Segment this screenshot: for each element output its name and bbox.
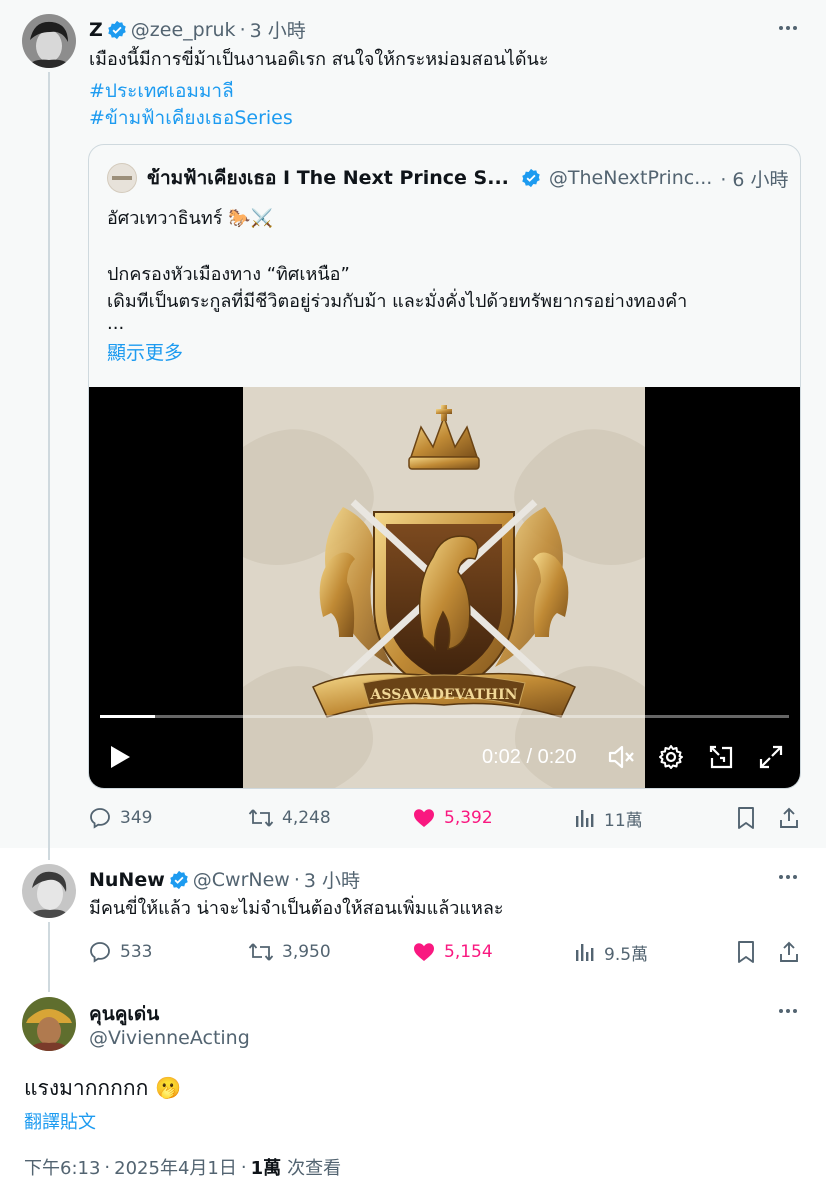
bookmark-icon (738, 807, 754, 829)
post-date[interactable]: 2025年4月1日 (114, 1154, 237, 1180)
quoted-text-line: ... (107, 313, 125, 334)
user-handle[interactable]: @zee_pruk (131, 19, 236, 41)
retweet-count: 3,950 (282, 942, 331, 962)
separator-dot: · (239, 18, 246, 41)
like-button[interactable]: 5,392 (412, 803, 493, 833)
user-handle[interactable]: @VivienneActing (89, 1027, 250, 1049)
video-time: 0:02 / 0:20 (482, 746, 577, 768)
tweet-text: เมืองนี้มีการขี่ม้าเป็นงานอดิเรก สนใจให้… (89, 49, 549, 70)
reply-icon (90, 942, 110, 963)
play-button[interactable] (107, 743, 133, 771)
thread-connector (48, 72, 50, 860)
views-button[interactable]: 9.5萬 (574, 937, 648, 967)
bookmark-icon (738, 941, 754, 963)
share-icon (780, 807, 798, 828)
hashtag-link[interactable]: #ประเทศเอมมาลี (89, 76, 234, 106)
tweet-header: NuNew @CwrNew · 3 小時 (89, 866, 360, 893)
share-button[interactable] (778, 803, 808, 833)
verified-badge-icon (107, 20, 127, 40)
quoted-text-line: ปกครองหัวเมืองทาง “ทิศเหนือ” (107, 264, 350, 285)
separator-dot: · (104, 1156, 111, 1178)
tweet-header: คุนคูเด่น (89, 999, 159, 1029)
view-count: 1萬 (250, 1158, 282, 1179)
retweet-icon (248, 809, 274, 827)
tweet-header: Z @zee_pruk · 3 小時 (89, 16, 306, 43)
picture-in-picture-icon[interactable] (707, 743, 735, 771)
quoted-avatar (107, 163, 137, 193)
retweet-count: 4,248 (282, 808, 331, 828)
timestamp[interactable]: 3 小時 (304, 866, 360, 893)
banner-text: ASSAVADEVATHIN (370, 687, 518, 703)
views-button[interactable]: 11萬 (574, 803, 643, 833)
heart-filled-icon (414, 943, 434, 961)
tweet-actions: 349 4,248 5,392 11萬 (88, 803, 802, 833)
user-handle-row: @VivienneActing (89, 1027, 250, 1049)
reply-count: 533 (120, 942, 153, 962)
video-player[interactable]: ASSAVADEVATHIN 0:02 / 0:20 (89, 387, 800, 788)
display-name[interactable]: Z (89, 19, 103, 41)
quoted-user-handle: @TheNextPrinc... (548, 167, 713, 189)
tweet-actions: 533 3,950 5,154 9.5萬 (88, 937, 802, 967)
timestamp[interactable]: 3 小時 (250, 16, 306, 43)
fullscreen-icon[interactable] (757, 743, 785, 771)
avatar[interactable] (22, 997, 76, 1051)
avatar[interactable] (22, 864, 76, 918)
avatar[interactable] (22, 14, 76, 68)
settings-gear-icon[interactable] (657, 743, 685, 771)
reply-button[interactable]: 533 (88, 937, 152, 967)
reply-button[interactable]: 349 (88, 803, 152, 833)
reply-count: 349 (120, 808, 153, 828)
more-options-icon[interactable] (776, 16, 800, 40)
tweet-text: แรงมากกกกก 🫢 (24, 1076, 182, 1100)
thread-connector (48, 922, 50, 992)
show-more-link[interactable]: 顯示更多 (107, 338, 183, 365)
like-button[interactable]: 5,154 (412, 937, 493, 967)
reply-icon (90, 808, 110, 829)
quoted-text-line: อัศวเทวาธินทร์ 🐎⚔️ (107, 208, 273, 229)
quoted-timestamp: · 6 小時 (720, 168, 789, 191)
display-name[interactable]: NuNew (89, 869, 165, 891)
views-count: 9.5萬 (604, 944, 649, 965)
more-options-icon[interactable] (776, 865, 800, 889)
verified-badge-icon (521, 168, 541, 188)
quoted-text-line: เดิมทีเป็นตระกูลที่มีชีวิตอยู่ร่วมกับม้า… (107, 291, 688, 312)
more-options-icon[interactable] (776, 999, 800, 1023)
video-thumbnail: ASSAVADEVATHIN (243, 387, 645, 788)
heart-filled-icon (414, 809, 434, 827)
retweet-button[interactable]: 3,950 (248, 937, 331, 967)
hashtag-link[interactable]: #ข้ามฟ้าเคียงเธอSeries (89, 103, 293, 133)
bookmark-button[interactable] (735, 937, 765, 967)
video-progress-fill (100, 715, 156, 718)
view-label: 次查看 (287, 1158, 342, 1179)
quoted-tweet-header: ข้ามฟ้าเคียงเธอ I The Next Prince S... @… (107, 163, 789, 193)
separator-dot: · (240, 1156, 247, 1178)
like-count: 5,392 (444, 808, 493, 828)
post-meta: 下午6:13 · 2025年4月1日 · 1萬 次查看 (24, 1154, 341, 1180)
user-handle[interactable]: @CwrNew (193, 869, 290, 891)
mute-icon[interactable] (607, 743, 635, 771)
share-icon (780, 941, 798, 962)
analytics-icon (576, 810, 594, 827)
display-name[interactable]: คุนคูเด่น (89, 999, 159, 1029)
share-button[interactable] (778, 937, 808, 967)
quoted-display-name: ข้ามฟ้าเคียงเธอ I The Next Prince S... (147, 167, 509, 189)
views-count: 11萬 (604, 810, 643, 831)
separator-dot: · (293, 868, 300, 891)
analytics-icon (576, 944, 594, 961)
retweet-icon (248, 943, 274, 961)
video-progress-bar[interactable] (100, 715, 789, 718)
tweet-text: มีคนขี่ให้แล้ว น่าจะไม่จำเป็นต้องให้สอนเ… (89, 898, 504, 919)
bookmark-button[interactable] (735, 803, 765, 833)
post-time[interactable]: 下午6:13 (24, 1154, 100, 1180)
quoted-tweet-card[interactable]: ข้ามฟ้าเคียงเธอ I The Next Prince S... @… (88, 144, 801, 789)
retweet-button[interactable]: 4,248 (248, 803, 331, 833)
verified-badge-icon (169, 870, 189, 890)
like-count: 5,154 (444, 942, 493, 962)
translate-post-link[interactable]: 翻譯貼文 (24, 1108, 96, 1134)
